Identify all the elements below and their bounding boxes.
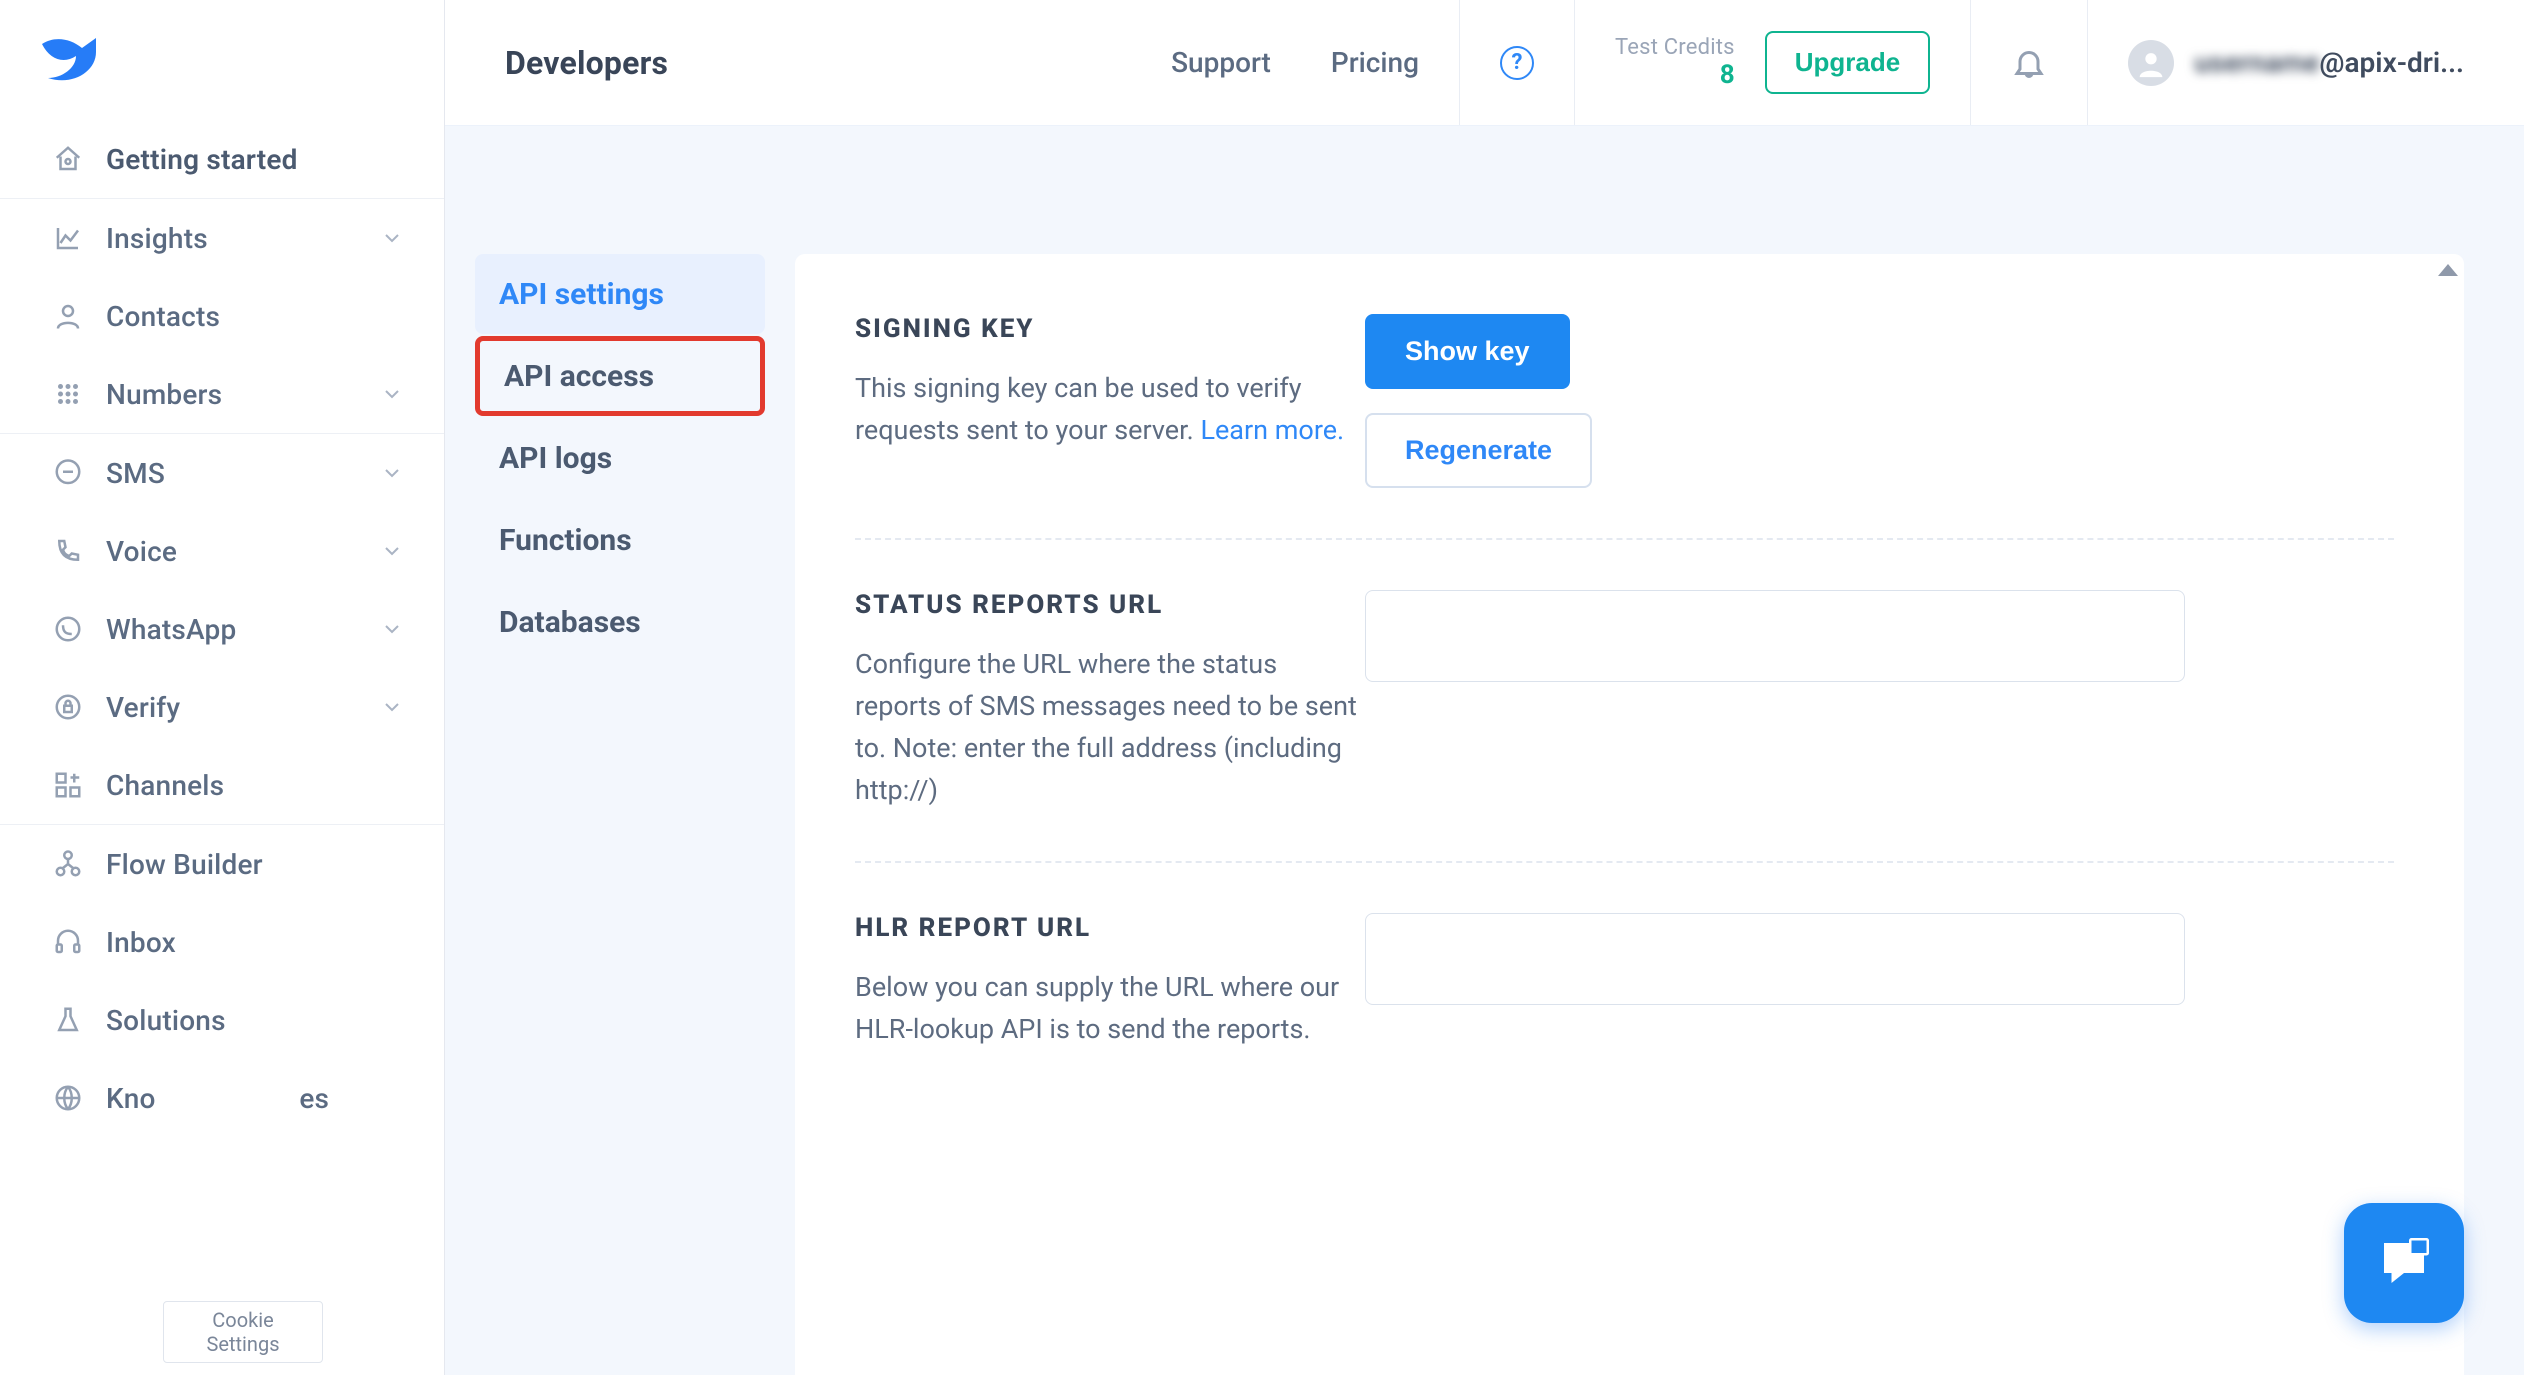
logo-wrap [0,0,444,120]
hlr-report-url-input[interactable] [1365,913,2185,1005]
person-icon [52,300,84,332]
bell-icon[interactable] [2011,45,2047,81]
flask-icon [52,1004,84,1036]
chevron-down-icon [380,617,404,641]
sidebar-item-label: WhatsApp [106,613,380,646]
sidebar-item-voice[interactable]: Voice [0,512,444,590]
subnav: API settings API access API logs Functio… [445,126,795,1375]
sidebar-item-numbers[interactable]: Numbers [0,355,444,433]
phone-icon [52,535,84,567]
hlr-report-row: HLR REPORT URL Below you can supply the … [855,863,2394,1101]
sidebar-item-label: Knowledge bases [106,1082,404,1115]
sidebar-item-label: Flow Builder [106,848,404,881]
sidebar-item-label: Insights [106,222,380,255]
credits-value: 8 [1615,60,1735,90]
sidebar-item-inbox[interactable]: Inbox [0,903,444,981]
pricing-link[interactable]: Pricing [1331,46,1419,79]
show-key-button[interactable]: Show key [1365,314,1570,389]
sidebar-item-solutions[interactable]: Solutions [0,981,444,1059]
signing-key-row: SIGNING KEY This signing key can be used… [855,314,2394,540]
sidebar-item-label: Channels [106,769,404,802]
header-cell-notifications [1970,0,2087,125]
chart-icon [52,222,84,254]
section-desc: Configure the URL where the status repor… [855,644,1365,811]
section-title: SIGNING KEY [855,314,1365,344]
sidebar-item-getting-started[interactable]: Getting started [0,120,444,198]
flow-icon [52,848,84,880]
section-title: STATUS REPORTS URL [855,590,1365,620]
upgrade-button[interactable]: Upgrade [1765,31,1930,94]
learn-more-link[interactable]: Learn more. [1200,414,1344,446]
scroll-up-icon[interactable] [2438,264,2458,276]
sidebar-item-channels[interactable]: Channels [0,746,444,824]
page-title: Developers [505,44,668,82]
credits-block: Test Credits 8 [1615,35,1735,90]
grid-plus-icon [52,769,84,801]
header-cell-help: ? [1459,0,1574,125]
sidebar-item-insights[interactable]: Insights [0,199,444,277]
chevron-down-icon [380,382,404,406]
user-menu[interactable]: username@apix-dri... [2128,40,2464,86]
sidebar-item-flow-builder[interactable]: Flow Builder [0,825,444,903]
sidebar-item-sms[interactable]: SMS [0,434,444,512]
section-title: HLR REPORT URL [855,913,1365,943]
sidebar-item-label: Voice [106,535,380,568]
status-reports-url-input[interactable] [1365,590,2185,682]
header-cell-user: username@apix-dri... [2087,0,2524,125]
chevron-down-icon [380,539,404,563]
sidebar-item-label: Inbox [106,926,404,959]
subnav-api-settings[interactable]: API settings [475,254,765,334]
sidebar-item-verify[interactable]: Verify [0,668,444,746]
sidebar-item-whatsapp[interactable]: WhatsApp [0,590,444,668]
subnav-api-access[interactable]: API access [475,336,765,416]
chat-fab[interactable] [2344,1203,2464,1323]
sidebar-item-contacts[interactable]: Contacts [0,277,444,355]
settings-panel: SIGNING KEY This signing key can be used… [795,254,2464,1375]
section-desc: Below you can supply the URL where our H… [855,967,1365,1051]
sidebar-item-label: Verify [106,691,380,724]
home-icon [52,143,84,175]
section-desc: This signing key can be used to verify r… [855,368,1365,452]
subnav-functions[interactable]: Functions [475,500,765,580]
chevron-down-icon [380,226,404,250]
chevron-down-icon [380,695,404,719]
sms-icon [52,457,84,489]
lock-icon [52,691,84,723]
subnav-api-logs[interactable]: API logs [475,418,765,498]
brand-logo-icon[interactable] [40,38,96,82]
whatsapp-icon [52,613,84,645]
sidebar-item-knowledge[interactable]: Knowledge bases [0,1059,444,1137]
cookie-settings-button[interactable]: Cookie Settings [163,1301,323,1363]
sidebar: Getting started Insights Contacts Number… [0,0,445,1375]
help-icon[interactable]: ? [1500,46,1534,80]
dialpad-icon [52,378,84,410]
support-link[interactable]: Support [1171,46,1271,79]
header-links: Support Pricing [1171,46,1459,79]
globe-icon [52,1082,84,1114]
sidebar-item-label: SMS [106,457,380,490]
chevron-down-icon [380,461,404,485]
subnav-databases[interactable]: Databases [475,582,765,662]
header-cell-credits: Test Credits 8 Upgrade [1574,0,1970,125]
headset-icon [52,926,84,958]
content: API settings API access API logs Functio… [445,126,2524,1375]
sidebar-item-label: Getting started [106,143,404,176]
user-email: username@apix-dri... [2194,46,2464,79]
credits-label: Test Credits [1615,35,1735,60]
regenerate-button[interactable]: Regenerate [1365,413,1592,488]
status-reports-row: STATUS REPORTS URL Configure the URL whe… [855,540,2394,863]
sidebar-item-label: Numbers [106,378,380,411]
sidebar-item-label: Contacts [106,300,404,333]
sidebar-item-label: Solutions [106,1004,404,1037]
avatar-icon [2128,40,2174,86]
chat-icon [2374,1233,2434,1293]
header: Developers Support Pricing ? Test Credit… [445,0,2524,126]
